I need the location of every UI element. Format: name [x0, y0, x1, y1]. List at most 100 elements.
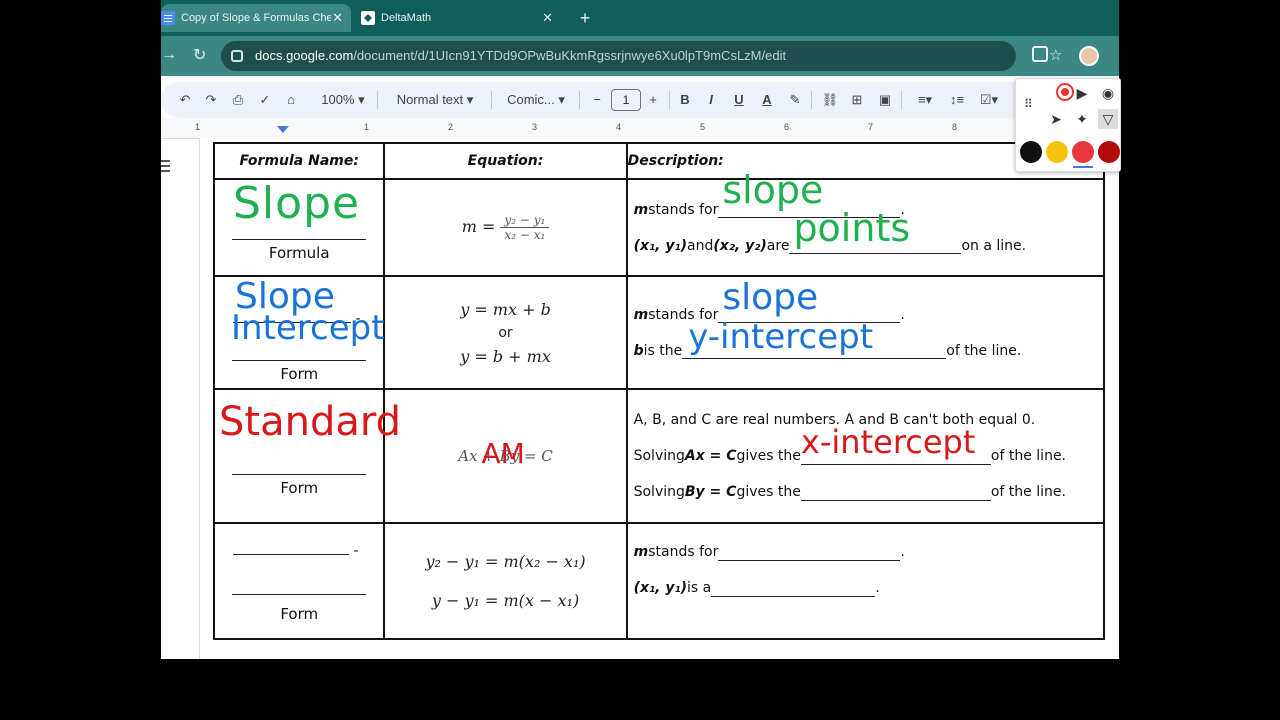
link-icon[interactable]: ⛓: [821, 82, 839, 118]
font-select[interactable]: Comic... ▾: [501, 82, 571, 118]
color-swatch-yellow[interactable]: [1046, 141, 1068, 163]
answer-blank[interactable]: y-intercept: [682, 320, 947, 359]
or-text: or: [498, 324, 513, 341]
description-cell[interactable]: m stands for slope . b is the y-intercep…: [625, 275, 1106, 390]
answer-blank[interactable]: [718, 544, 901, 561]
drag-handle-icon[interactable]: ⠿: [1024, 97, 1033, 113]
reload-icon[interactable]: ↻: [193, 45, 206, 65]
print-icon[interactable]: ⎙: [229, 82, 247, 118]
highlighter-icon[interactable]: ▽: [1098, 109, 1118, 129]
checklist-icon[interactable]: ☑▾: [975, 82, 1003, 118]
redo-icon[interactable]: ↷: [203, 82, 219, 118]
style-select[interactable]: Normal text ▾: [389, 82, 481, 118]
text: of the line.: [990, 484, 1066, 500]
equation-cell: m = y₂ − y₁ x₂ − x₁: [383, 178, 628, 277]
blank-line: [232, 359, 367, 361]
tab-title: Copy of Slope & Formulas Cheat Sheet: [181, 12, 331, 24]
dash: -: [353, 543, 359, 559]
equation-lhs: m =: [461, 217, 496, 236]
answer-blank[interactable]: [711, 580, 876, 597]
increase-font-icon[interactable]: +: [645, 82, 661, 118]
color-swatch-darkred[interactable]: [1098, 141, 1120, 163]
indent-marker-icon[interactable]: [277, 126, 289, 133]
highlight-icon[interactable]: ✎: [787, 82, 803, 118]
column-header: Formula Name:: [212, 142, 386, 180]
formula-name-cell[interactable]: Standard Form: [212, 388, 401, 524]
handwritten-answer: x-intercept: [800, 422, 976, 461]
ruler-mark: 6: [784, 122, 790, 132]
description-cell[interactable]: m stands for . (x₁, y₁) is a .: [625, 522, 1106, 640]
new-tab-button[interactable]: +: [573, 6, 597, 30]
image-icon[interactable]: ▣: [877, 82, 893, 118]
tab-docs[interactable]: Copy of Slope & Formulas Cheat Sheet ✕: [161, 4, 351, 32]
variable: b: [633, 342, 644, 359]
fraction-numerator: y₂ − y₁: [500, 213, 550, 228]
formula-name-cell[interactable]: Slope Intercept - Form: [212, 275, 386, 390]
description-line: m stands for .: [634, 534, 1103, 570]
align-icon[interactable]: ≡▾: [911, 82, 939, 118]
equation-cell: Ax + By = C AM: [383, 388, 628, 524]
text-color-button[interactable]: A: [759, 82, 775, 118]
text: stands for: [648, 201, 719, 218]
ruler-mark: 1: [364, 122, 370, 132]
variable: (x₁, y₁): [633, 580, 688, 596]
video-icon[interactable]: ▶: [1072, 83, 1092, 103]
line-spacing-icon[interactable]: ↕≡: [947, 82, 967, 118]
zoom-select[interactable]: 100% ▾: [313, 82, 373, 118]
description-cell[interactable]: m stands for slope . (x₁, y₁) and (x₂, y…: [625, 171, 1106, 277]
equation: y − y₁ = m(x − x₁): [431, 591, 580, 610]
undo-icon[interactable]: ↶: [177, 82, 193, 118]
document-outline-icon[interactable]: [161, 160, 170, 172]
text: Solving: [633, 484, 685, 500]
formula-name-cell[interactable]: Slope Formula: [212, 178, 386, 277]
avatar[interactable]: [1079, 46, 1099, 66]
url-path: /document/d/1UIcn91YTDd9OPwBuKkmRgssrjnw…: [353, 48, 787, 63]
cursor-icon[interactable]: ➤: [1046, 109, 1066, 129]
formula-name-cell[interactable]: - Form: [212, 522, 386, 640]
separator: [811, 91, 812, 109]
table-row: Standard Form Ax + By = C AM A, B, and C…: [212, 388, 1106, 524]
spellcheck-icon[interactable]: ✓: [257, 82, 273, 118]
handwritten-answer: points: [793, 206, 911, 250]
variable: (x₂, y₂): [713, 237, 767, 254]
eye-icon[interactable]: ◉: [1098, 83, 1118, 103]
close-icon[interactable]: ✕: [542, 10, 553, 26]
tab-deltamath[interactable]: DeltaMath ✕: [361, 4, 561, 32]
handwritten-standard: Standard: [219, 399, 401, 445]
bold-button[interactable]: B: [677, 82, 693, 118]
description-cell[interactable]: A, B, and C are real numbers. A and B ca…: [625, 388, 1106, 524]
paint-format-icon[interactable]: ⌂: [283, 82, 299, 118]
italic-button[interactable]: I: [703, 82, 719, 118]
close-icon[interactable]: ✕: [332, 10, 343, 26]
site-info-icon[interactable]: [231, 50, 243, 62]
slope-fraction: y₂ − y₁ x₂ − x₁: [500, 213, 550, 242]
address-bar[interactable]: docs.google.com/document/d/1UIcn91YTDd9O…: [221, 41, 1062, 71]
docs-toolbar: ↶ ↷ ⎙ ✓ ⌂ 100% ▾ Normal text ▾ Comic... …: [161, 82, 1119, 118]
color-swatch-black[interactable]: [1020, 141, 1042, 163]
ruler-mark: 2: [448, 122, 454, 132]
separator: [669, 91, 670, 109]
decrease-font-icon[interactable]: −: [589, 82, 605, 118]
variable: (x₁, y₁): [633, 237, 688, 254]
comment-icon[interactable]: ⊞: [849, 82, 865, 118]
blank-line: [232, 238, 367, 240]
variable: m: [633, 201, 649, 218]
magic-wand-icon[interactable]: ✦: [1072, 109, 1092, 129]
equation: y = mx + b: [460, 299, 551, 319]
fraction-denominator: x₂ − x₁: [504, 228, 546, 242]
answer-blank[interactable]: x-intercept: [800, 426, 991, 465]
extensions-icon[interactable]: [1032, 46, 1048, 62]
forward-icon[interactable]: →: [161, 46, 177, 64]
text: is the: [643, 342, 683, 359]
ruler[interactable]: 1 1 2 3 4 5 6 7 8: [161, 118, 1119, 139]
bookmark-star-icon[interactable]: ☆: [1049, 41, 1062, 71]
color-swatch-red[interactable]: [1072, 141, 1094, 168]
blank-line: [233, 554, 349, 555]
underline-button[interactable]: U: [731, 82, 747, 118]
separator: [491, 91, 492, 109]
deltamath-icon: [361, 11, 375, 25]
answer-blank[interactable]: [800, 484, 991, 501]
font-size-input[interactable]: 1: [611, 89, 641, 111]
text: .: [875, 580, 880, 596]
answer-blank[interactable]: points: [789, 209, 962, 254]
